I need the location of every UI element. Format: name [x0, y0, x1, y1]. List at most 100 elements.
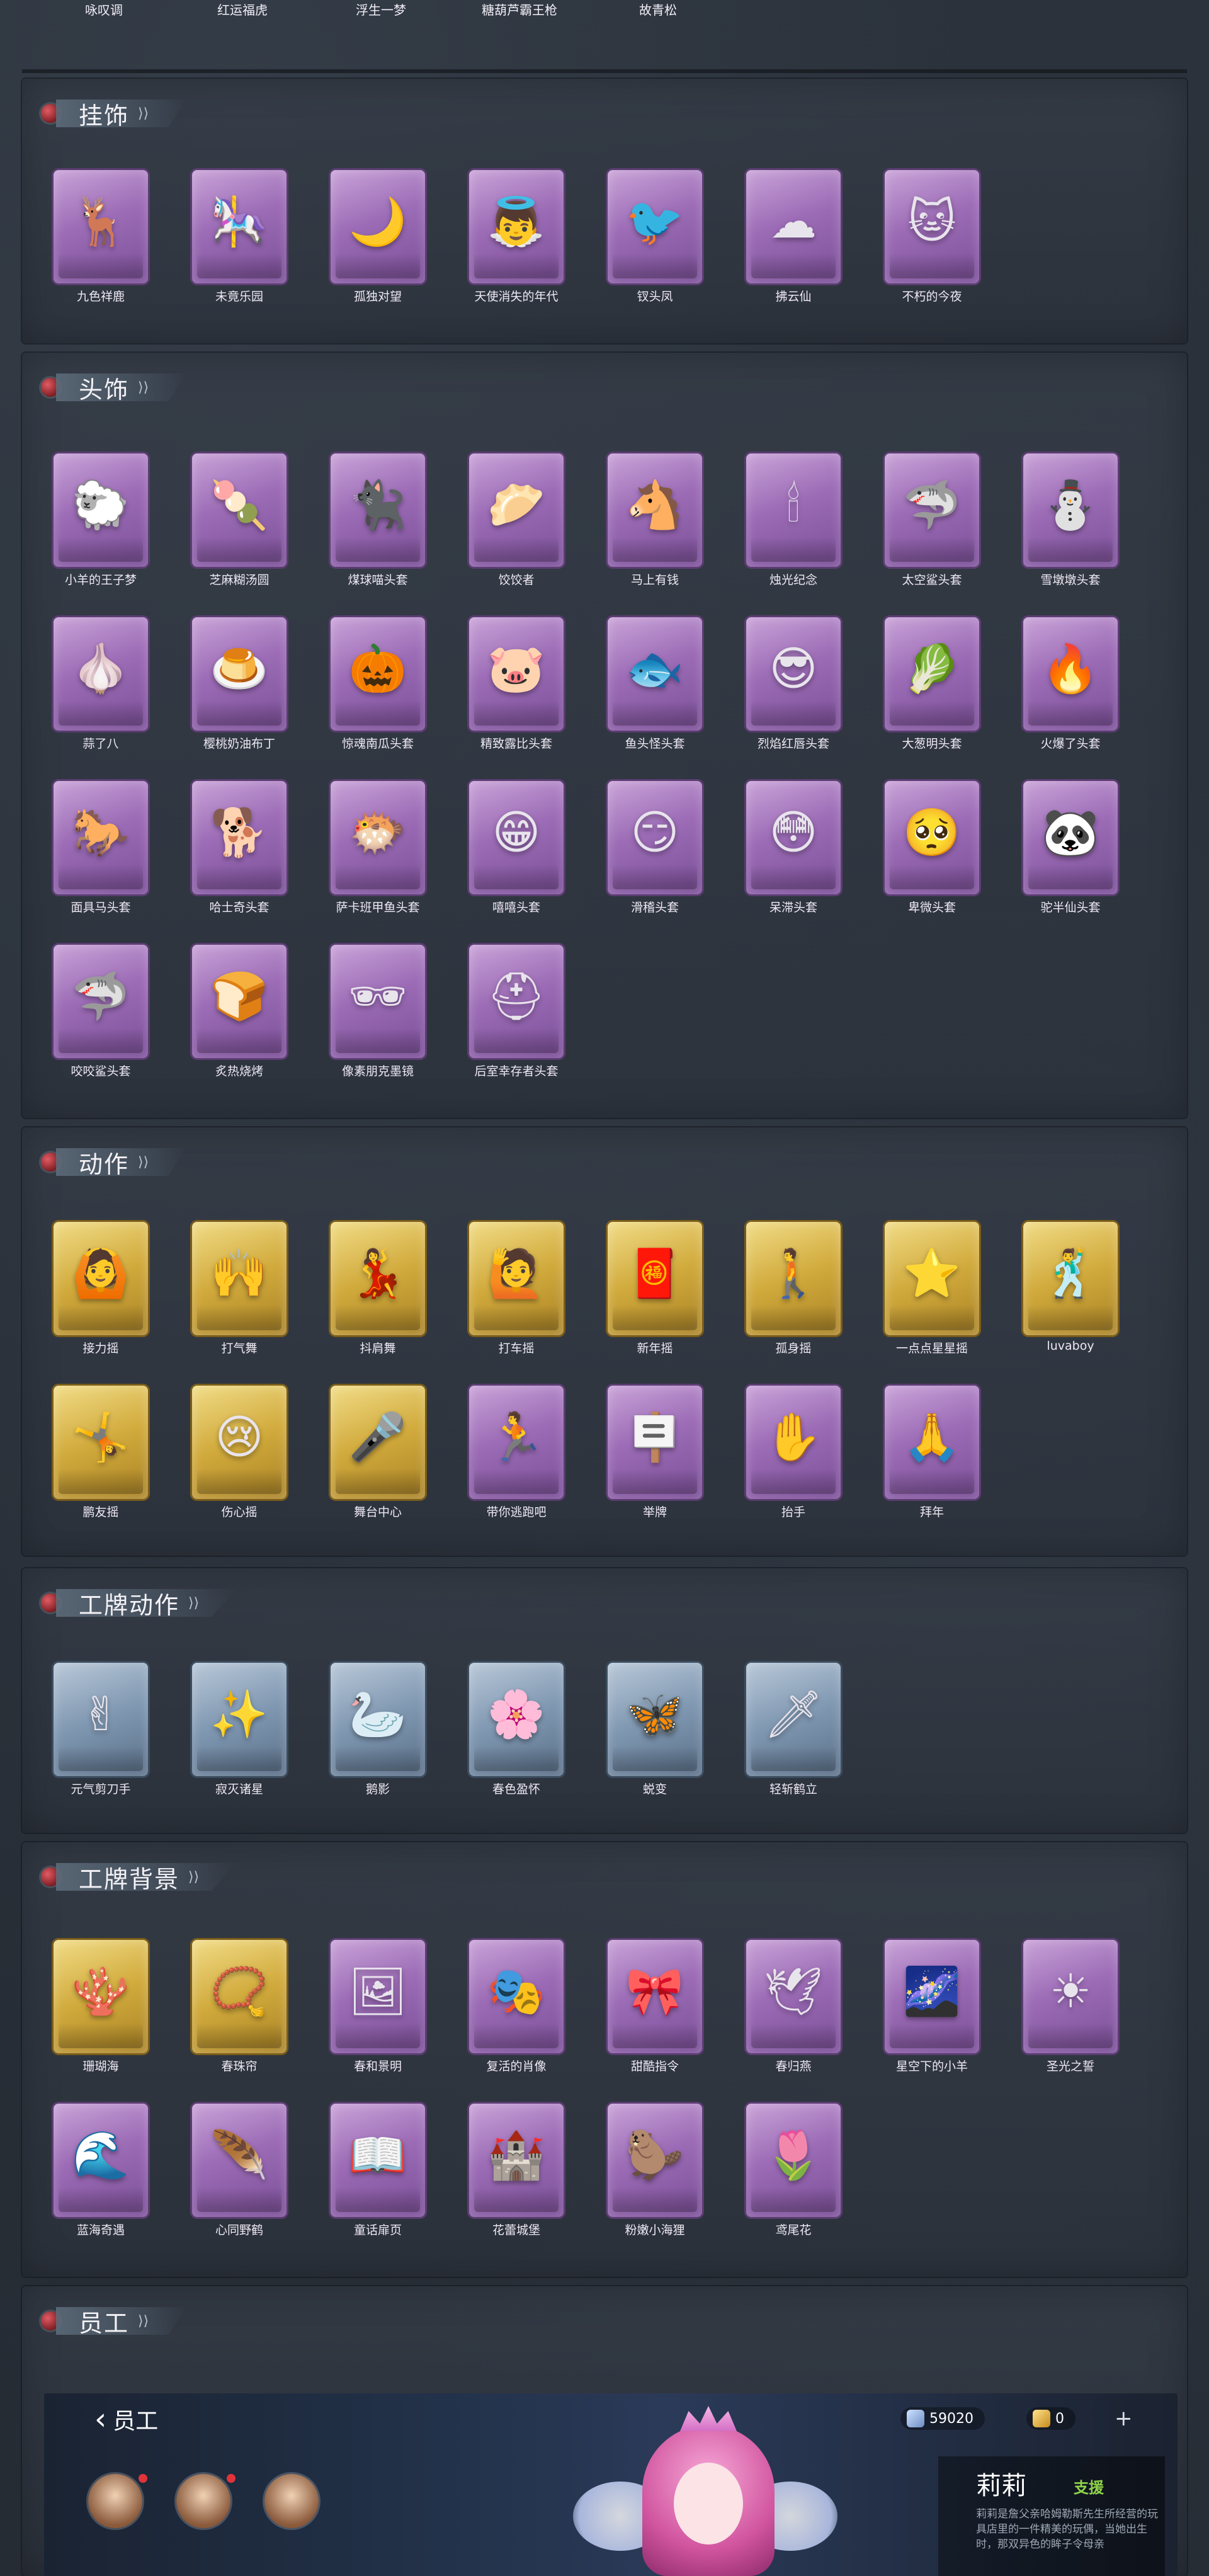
- avatar[interactable]: [264, 2474, 319, 2528]
- item-tile[interactable]: 🙋 打车摇: [466, 1222, 567, 1355]
- item-tile[interactable]: 📖 童话扉页: [327, 2104, 428, 2237]
- item-tile[interactable]: 😁 嘻嘻头套: [466, 781, 567, 915]
- item-tile[interactable]: 🥟 饺饺者: [466, 453, 567, 587]
- item-tile[interactable]: 🐈‍⬛ 煤球喵头套: [327, 453, 428, 587]
- item-tile[interactable]: 📿 春珠帘: [189, 1940, 290, 2073]
- item-tile[interactable]: 🤸 鹏友摇: [50, 1386, 151, 1519]
- item-label: 后室幸存者头套: [474, 1064, 559, 1078]
- item-label[interactable]: 浮生一梦: [331, 0, 431, 18]
- item-label[interactable]: 糖葫芦霸王枪: [469, 0, 570, 18]
- item-tile[interactable]: 🌙 孤独对望: [327, 170, 428, 304]
- item-card: 🤸: [54, 1386, 148, 1499]
- item-card: 🍞: [192, 945, 287, 1058]
- item-card: 🐑: [54, 453, 148, 567]
- item-tile[interactable]: 🐎 面具马头套: [50, 781, 151, 915]
- item-tile[interactable]: 🦈 咬咬鲨头套: [50, 945, 151, 1078]
- section-title: 工牌动作: [79, 1591, 180, 1619]
- item-tile[interactable]: 😢 伤心摇: [189, 1386, 290, 1519]
- section-badge-actions: 工牌动作 ⟩⟩ ✌ 元气剪刀手 ✨ 寂灭诸星 🦢 鹅影 🌸 春色盈怀 🦋 蜕变 🗡 轻斩鹤立: [22, 1568, 1187, 1833]
- item-tile[interactable]: 🐑 小羊的王子梦: [50, 453, 151, 587]
- item-tile[interactable]: 🎭 复活的肖像: [466, 1940, 567, 2073]
- item-icon: 😳: [769, 806, 818, 860]
- currency-b[interactable]: 0: [1026, 2407, 1076, 2430]
- currency-a[interactable]: 59020: [900, 2407, 985, 2430]
- item-tile[interactable]: 🍞 炙热烧烤: [189, 945, 290, 1078]
- item-tile[interactable]: 🐷 精致露比头套: [466, 617, 567, 751]
- item-tile[interactable]: ✌ 元气剪刀手: [50, 1663, 151, 1796]
- item-label[interactable]: 咏叹调: [54, 0, 154, 18]
- avatar[interactable]: [176, 2474, 230, 2528]
- item-label: 面具马头套: [71, 901, 131, 915]
- item-tile[interactable]: 🕺 luvaboy: [1020, 1222, 1121, 1354]
- item-tile[interactable]: 🏃 带你逃跑吧: [466, 1386, 567, 1519]
- item-tile[interactable]: ☁ 拂云仙: [743, 170, 844, 304]
- item-tile[interactable]: 🕶 像素朋克墨镜: [327, 945, 428, 1078]
- item-icon: ⛄: [1041, 478, 1100, 532]
- item-label[interactable]: 红运福虎: [192, 0, 293, 18]
- item-tile[interactable]: 🧧 新年摇: [604, 1222, 705, 1355]
- avatar[interactable]: [88, 2474, 142, 2528]
- item-tile[interactable]: 🌸 春色盈怀: [466, 1663, 567, 1796]
- item-tile[interactable]: 🪶 心同野鹤: [189, 2104, 290, 2237]
- item-tile[interactable]: ☀ 圣光之誓: [1020, 1940, 1121, 2073]
- item-tile[interactable]: 🦈 太空鲨头套: [882, 453, 982, 587]
- item-tile[interactable]: 🎠 未竟乐园: [189, 170, 290, 304]
- item-tile[interactable]: ⛄ 雪墩墩头套: [1020, 453, 1121, 587]
- item-tile[interactable]: 🐴 马上有钱: [604, 453, 705, 587]
- item-tile[interactable]: 😎 烈焰红唇头套: [743, 617, 844, 751]
- item-tile[interactable]: 🐦 钗头凤: [604, 170, 705, 304]
- item-tile[interactable]: 🦋 蜕变: [604, 1663, 705, 1796]
- item-tile[interactable]: 🥺 卑微头套: [882, 781, 982, 915]
- item-tile[interactable]: 🧄 蒜了八: [50, 617, 151, 751]
- item-tile[interactable]: 🍡 芝麻糊汤圆: [189, 453, 290, 587]
- item-icon: 🦢: [348, 1687, 407, 1741]
- item-tile[interactable]: 🦢 鹅影: [327, 1663, 428, 1796]
- item-tile[interactable]: 🗡 轻斩鹤立: [743, 1663, 844, 1796]
- item-tile[interactable]: 🐟 鱼头怪头套: [604, 617, 705, 751]
- item-tile[interactable]: 👼 天使消失的年代: [466, 170, 567, 304]
- item-tile[interactable]: 🐼 驼半仙头套: [1020, 781, 1121, 915]
- item-tile[interactable]: 🦌 九色祥鹿: [50, 170, 151, 304]
- item-tile[interactable]: 🌌 星空下的小羊: [882, 1940, 982, 2073]
- crown-icon: [680, 2406, 737, 2431]
- item-tile[interactable]: 🪧 举牌: [604, 1386, 705, 1519]
- item-tile[interactable]: ✨ 寂灭诸星: [189, 1663, 290, 1796]
- item-tile[interactable]: ✋ 抬手: [743, 1386, 844, 1519]
- item-tile[interactable]: 😏 滑稽头套: [604, 781, 705, 915]
- item-tile[interactable]: 😳 呆滞头套: [743, 781, 844, 915]
- item-tile[interactable]: ⛑ 后室幸存者头套: [466, 945, 567, 1078]
- item-tile[interactable]: ⭐ 一点点星星摇: [882, 1222, 982, 1355]
- item-tile[interactable]: 🪸 珊瑚海: [50, 1940, 151, 2073]
- item-icon: 🥟: [487, 478, 546, 532]
- item-tile[interactable]: 🎤 舞台中心: [327, 1386, 428, 1519]
- item-card: 😎: [746, 617, 841, 731]
- item-tile[interactable]: 🔥 火爆了头套: [1020, 617, 1121, 751]
- item-tile[interactable]: 🎃 惊魂南瓜头套: [327, 617, 428, 751]
- item-label: 星空下的小羊: [895, 2060, 968, 2073]
- item-tile[interactable]: 🌷 鸢尾花: [743, 2104, 844, 2237]
- item-tile[interactable]: 🙌 打气舞: [189, 1222, 290, 1355]
- item-tile[interactable]: 🐡 萨卡班甲鱼头套: [327, 781, 428, 915]
- item-icon: 😏: [630, 806, 679, 860]
- item-tile[interactable]: 🥬 大葱明头套: [882, 617, 982, 751]
- item-tile[interactable]: 🎀 甜酷指令: [604, 1940, 705, 2073]
- section-header: 头饰 ⟩⟩: [41, 372, 187, 403]
- item-tile[interactable]: 🦫 粉嫩小海狸: [604, 2104, 705, 2237]
- item-tile[interactable]: 🙏 拜年: [882, 1386, 982, 1519]
- section-pendants: 挂饰 ⟩⟩ 🦌 九色祥鹿 🎠 未竟乐园 🌙 孤独对望 👼 天使消失的年代 🐦 钗头凤 ☁ 拂云仙 🐱 不朽的…: [22, 79, 1187, 343]
- item-tile[interactable]: 🌊 蓝海奇遇: [50, 2104, 151, 2237]
- item-tile[interactable]: 🐱 不朽的今夜: [882, 170, 982, 304]
- item-tile[interactable]: 🚶 孤身摇: [743, 1222, 844, 1355]
- item-tile[interactable]: 🙆 接力摇: [50, 1222, 151, 1355]
- back-button[interactable]: ‹ 员工: [94, 2403, 158, 2436]
- item-tile[interactable]: 🐕 哈士奇头套: [189, 781, 290, 915]
- item-tile[interactable]: 🏰 花蕾城堡: [466, 2104, 567, 2237]
- item-tile[interactable]: 🕊 春归燕: [743, 1940, 844, 2073]
- item-tile[interactable]: 🍮 樱桃奶油布丁: [189, 617, 290, 751]
- item-tile[interactable]: 💃 抖肩舞: [327, 1222, 428, 1355]
- item-tile[interactable]: 🕯 烛光纪念: [743, 453, 844, 587]
- item-card: 🦌: [54, 170, 148, 283]
- item-tile[interactable]: 🖼 春和景明: [327, 1940, 428, 2073]
- item-label[interactable]: 故青松: [608, 0, 708, 18]
- add-currency-button[interactable]: +: [1115, 2406, 1133, 2431]
